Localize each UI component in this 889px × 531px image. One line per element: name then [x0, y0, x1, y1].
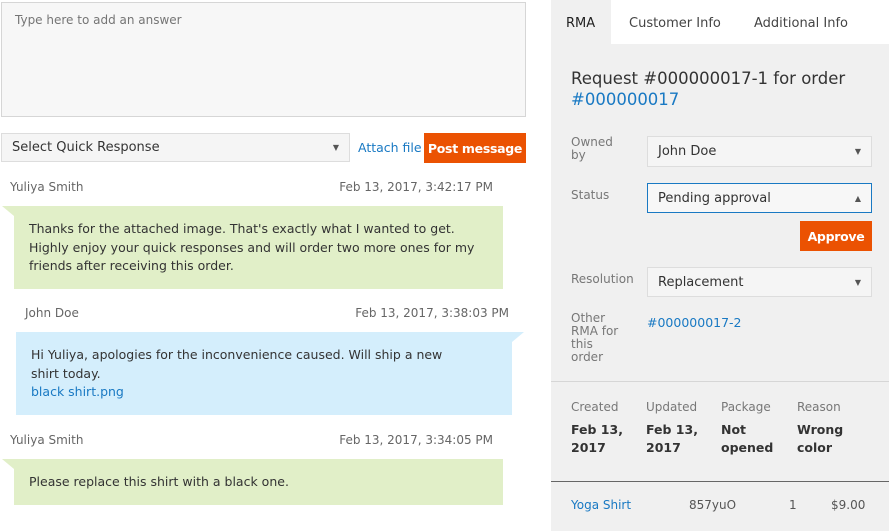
post-message-button[interactable]: Post message [424, 133, 526, 163]
owner-select[interactable]: John Doe ▼ [647, 136, 872, 167]
status-label: Status [571, 188, 610, 202]
info-reason: Reason Wrong color [797, 401, 857, 457]
message-author: Yuliya Smith [10, 433, 84, 447]
approve-button[interactable]: Approve [800, 221, 872, 251]
item-qty: 1 [789, 498, 797, 512]
message-author: Yuliya Smith [10, 180, 84, 194]
info-updated: Updated Feb 13, 2017 [646, 401, 706, 457]
other-rma-link[interactable]: #000000017-2 [647, 315, 742, 330]
message-bubble: Thanks for the attached image. That's ex… [14, 206, 503, 289]
info-value: Wrong color [797, 422, 844, 455]
tab-additional-info[interactable]: Additional Info [754, 16, 848, 31]
message-text: Thanks for the attached image. That's ex… [29, 221, 475, 273]
divider [551, 381, 889, 382]
rma-title: Request #000000017-1 for order #00000001… [571, 68, 871, 110]
item-price: $9.00 [831, 498, 866, 512]
info-package: Package Not opened [721, 401, 781, 457]
resolution-label: Resolution [571, 272, 634, 286]
quick-response-value: Select Quick Response [12, 140, 160, 155]
item-name-link[interactable]: Yoga Shirt [571, 498, 631, 512]
chevron-up-icon: ▲ [854, 193, 861, 203]
message-bubble: Please replace this shirt with a black o… [14, 459, 503, 505]
chevron-down-icon: ▼ [854, 147, 861, 156]
info-value: Feb 13, 2017 [571, 422, 623, 455]
quick-response-select[interactable]: Select Quick Response ▼ [1, 133, 350, 162]
info-created: Created Feb 13, 2017 [571, 401, 631, 457]
info-label: Updated [646, 400, 698, 414]
bubble-tail [2, 206, 14, 216]
tab-customer-info[interactable]: Customer Info [629, 16, 721, 31]
bubble-tail [512, 332, 524, 342]
bubble-tail [2, 459, 14, 469]
owner-value: John Doe [658, 144, 717, 159]
resolution-value: Replacement [658, 274, 744, 290]
info-label: Reason [797, 400, 841, 414]
status-select[interactable]: Pending approval ▲ [647, 183, 872, 213]
divider [551, 481, 889, 482]
answer-textarea[interactable] [1, 2, 526, 117]
info-value: Not opened [721, 422, 774, 455]
order-link[interactable]: #000000017 [571, 90, 679, 109]
message-time: Feb 13, 2017, 3:42:17 PM [339, 180, 493, 194]
attach-file-link[interactable]: Attach file [358, 140, 422, 155]
info-value: Feb 13, 2017 [646, 422, 698, 455]
message-time: Feb 13, 2017, 3:38:03 PM [355, 306, 509, 320]
message-author: John Doe [25, 306, 79, 320]
message-text: Hi Yuliya, apologies for the inconvenien… [31, 347, 443, 381]
message-text: Please replace this shirt with a black o… [29, 474, 289, 489]
rma-title-text: Request #000000017-1 for order [571, 69, 846, 88]
tab-rma[interactable]: RMA [566, 16, 595, 31]
resolution-select[interactable]: Replacement ▼ [647, 267, 872, 297]
info-label: Created [571, 400, 619, 414]
owned-by-label: Owned by [571, 135, 613, 162]
status-value: Pending approval [658, 190, 771, 206]
other-rma-label: Other RMA for this order [571, 311, 619, 364]
message-time: Feb 13, 2017, 3:34:05 PM [339, 433, 493, 447]
chevron-down-icon: ▼ [854, 277, 861, 287]
item-sku: 857yuO [689, 498, 737, 512]
message-bubble: Hi Yuliya, apologies for the inconvenien… [16, 332, 512, 415]
info-label: Package [721, 400, 771, 414]
attachment-link[interactable]: black shirt.png [31, 383, 497, 402]
chevron-down-icon: ▼ [332, 143, 339, 152]
